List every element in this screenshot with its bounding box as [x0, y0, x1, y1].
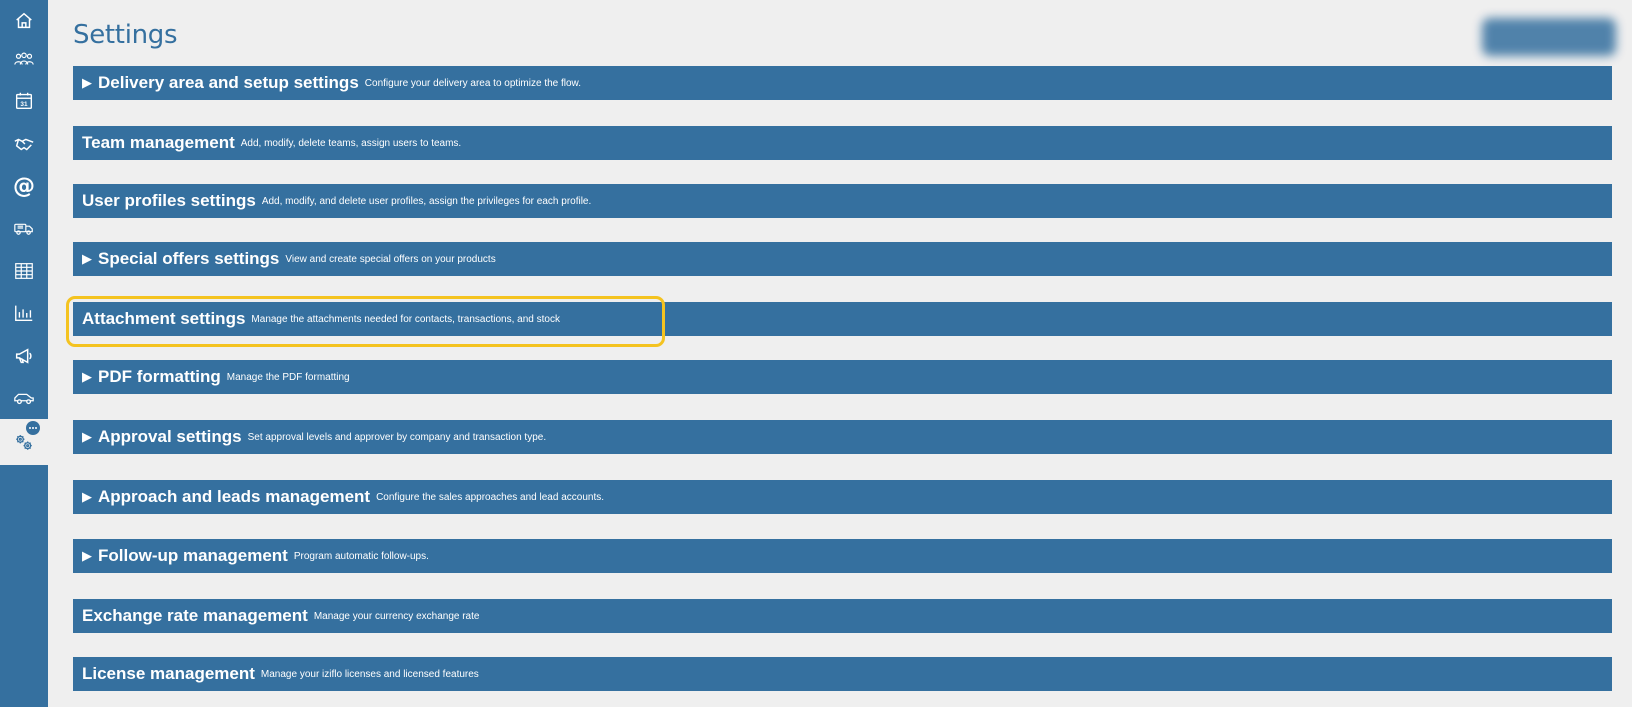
- section-description: Program automatic follow-ups.: [293, 550, 429, 562]
- expand-arrow-icon: ▶: [82, 75, 92, 90]
- expand-arrow-icon: ▶: [82, 489, 92, 504]
- section-description: View and create special offers on your p…: [285, 253, 496, 265]
- expand-arrow-icon: ▶: [82, 251, 92, 266]
- section-approach-leads[interactable]: ▶ Approach and leads management Configur…: [73, 480, 1612, 514]
- sidebar-nav: 31 @: [0, 0, 48, 707]
- nav-marketing[interactable]: [0, 335, 48, 377]
- home-icon: [16, 12, 32, 29]
- people-icon: [14, 52, 34, 65]
- section-description: Manage the PDF formatting: [226, 371, 350, 383]
- delivery-truck-icon: [14, 223, 33, 235]
- svg-text:31: 31: [20, 101, 28, 108]
- nav-vehicles[interactable]: [0, 377, 48, 419]
- section-team-management[interactable]: Team management Add, modify, delete team…: [73, 126, 1612, 160]
- section-approval-settings[interactable]: ▶ Approval settings Set approval levels …: [73, 420, 1612, 454]
- nav-email[interactable]: @: [0, 165, 48, 207]
- nav-reports[interactable]: [0, 292, 48, 334]
- expand-arrow-icon: ▶: [82, 548, 92, 563]
- section-title: Approval settings: [98, 427, 242, 446]
- section-follow-up[interactable]: ▶ Follow-up management Program automatic…: [73, 539, 1612, 573]
- section-description: Add, modify, delete teams, assign users …: [240, 137, 462, 149]
- section-user-profiles[interactable]: User profiles settings Add, modify, and …: [73, 184, 1612, 218]
- section-description: Configure your delivery area to optimize…: [364, 77, 582, 89]
- nav-table[interactable]: [0, 250, 48, 292]
- nav-delivery[interactable]: [0, 207, 48, 249]
- section-description: Manage your currency exchange rate: [313, 610, 480, 622]
- calendar-icon: 31: [15, 92, 33, 110]
- table-icon: [15, 263, 33, 279]
- section-delivery-area[interactable]: ▶ Delivery area and setup settings Confi…: [73, 66, 1612, 100]
- nav-handshake[interactable]: [0, 123, 48, 165]
- car-icon: [14, 393, 34, 405]
- megaphone-icon: [15, 348, 32, 364]
- section-title: Delivery area and setup settings: [98, 73, 359, 92]
- nav-people[interactable]: [0, 38, 48, 80]
- section-title: Follow-up management: [98, 546, 288, 565]
- section-title: Special offers settings: [98, 249, 280, 268]
- nav-home[interactable]: [0, 0, 48, 42]
- header-action-button[interactable]: [1482, 18, 1616, 56]
- page-title: Settings: [73, 20, 178, 50]
- attachment-settings-highlight: [66, 296, 665, 347]
- section-pdf-formatting[interactable]: ▶ PDF formatting Manage the PDF formatti…: [73, 360, 1612, 394]
- section-special-offers[interactable]: ▶ Special offers settings View and creat…: [73, 242, 1612, 276]
- section-exchange-rate[interactable]: Exchange rate management Manage your cur…: [73, 599, 1612, 633]
- section-title: Approach and leads management: [98, 487, 371, 506]
- section-license-management[interactable]: License management Manage your iziflo li…: [73, 657, 1612, 691]
- bar-chart-icon: [15, 305, 33, 322]
- handshake-icon: [14, 138, 34, 151]
- section-description: Manage your iziflo licenses and licensed…: [260, 668, 479, 680]
- expand-arrow-icon: ▶: [82, 429, 92, 444]
- section-title: License management: [82, 664, 255, 683]
- section-title: PDF formatting: [98, 367, 221, 386]
- expand-arrow-icon: ▶: [82, 369, 92, 384]
- nav-settings[interactable]: [0, 419, 48, 465]
- at-sign-icon: @: [13, 173, 35, 199]
- section-description: Add, modify, and delete user profiles, a…: [261, 195, 592, 207]
- section-title: Team management: [82, 133, 235, 152]
- nav-calendar[interactable]: 31: [0, 80, 48, 122]
- section-title: Exchange rate management: [82, 606, 308, 625]
- section-title: User profiles settings: [82, 191, 256, 210]
- section-description: Configure the sales approaches and lead …: [376, 491, 605, 503]
- more-dots-icon: [26, 421, 40, 435]
- section-description: Set approval levels and approver by comp…: [247, 431, 547, 443]
